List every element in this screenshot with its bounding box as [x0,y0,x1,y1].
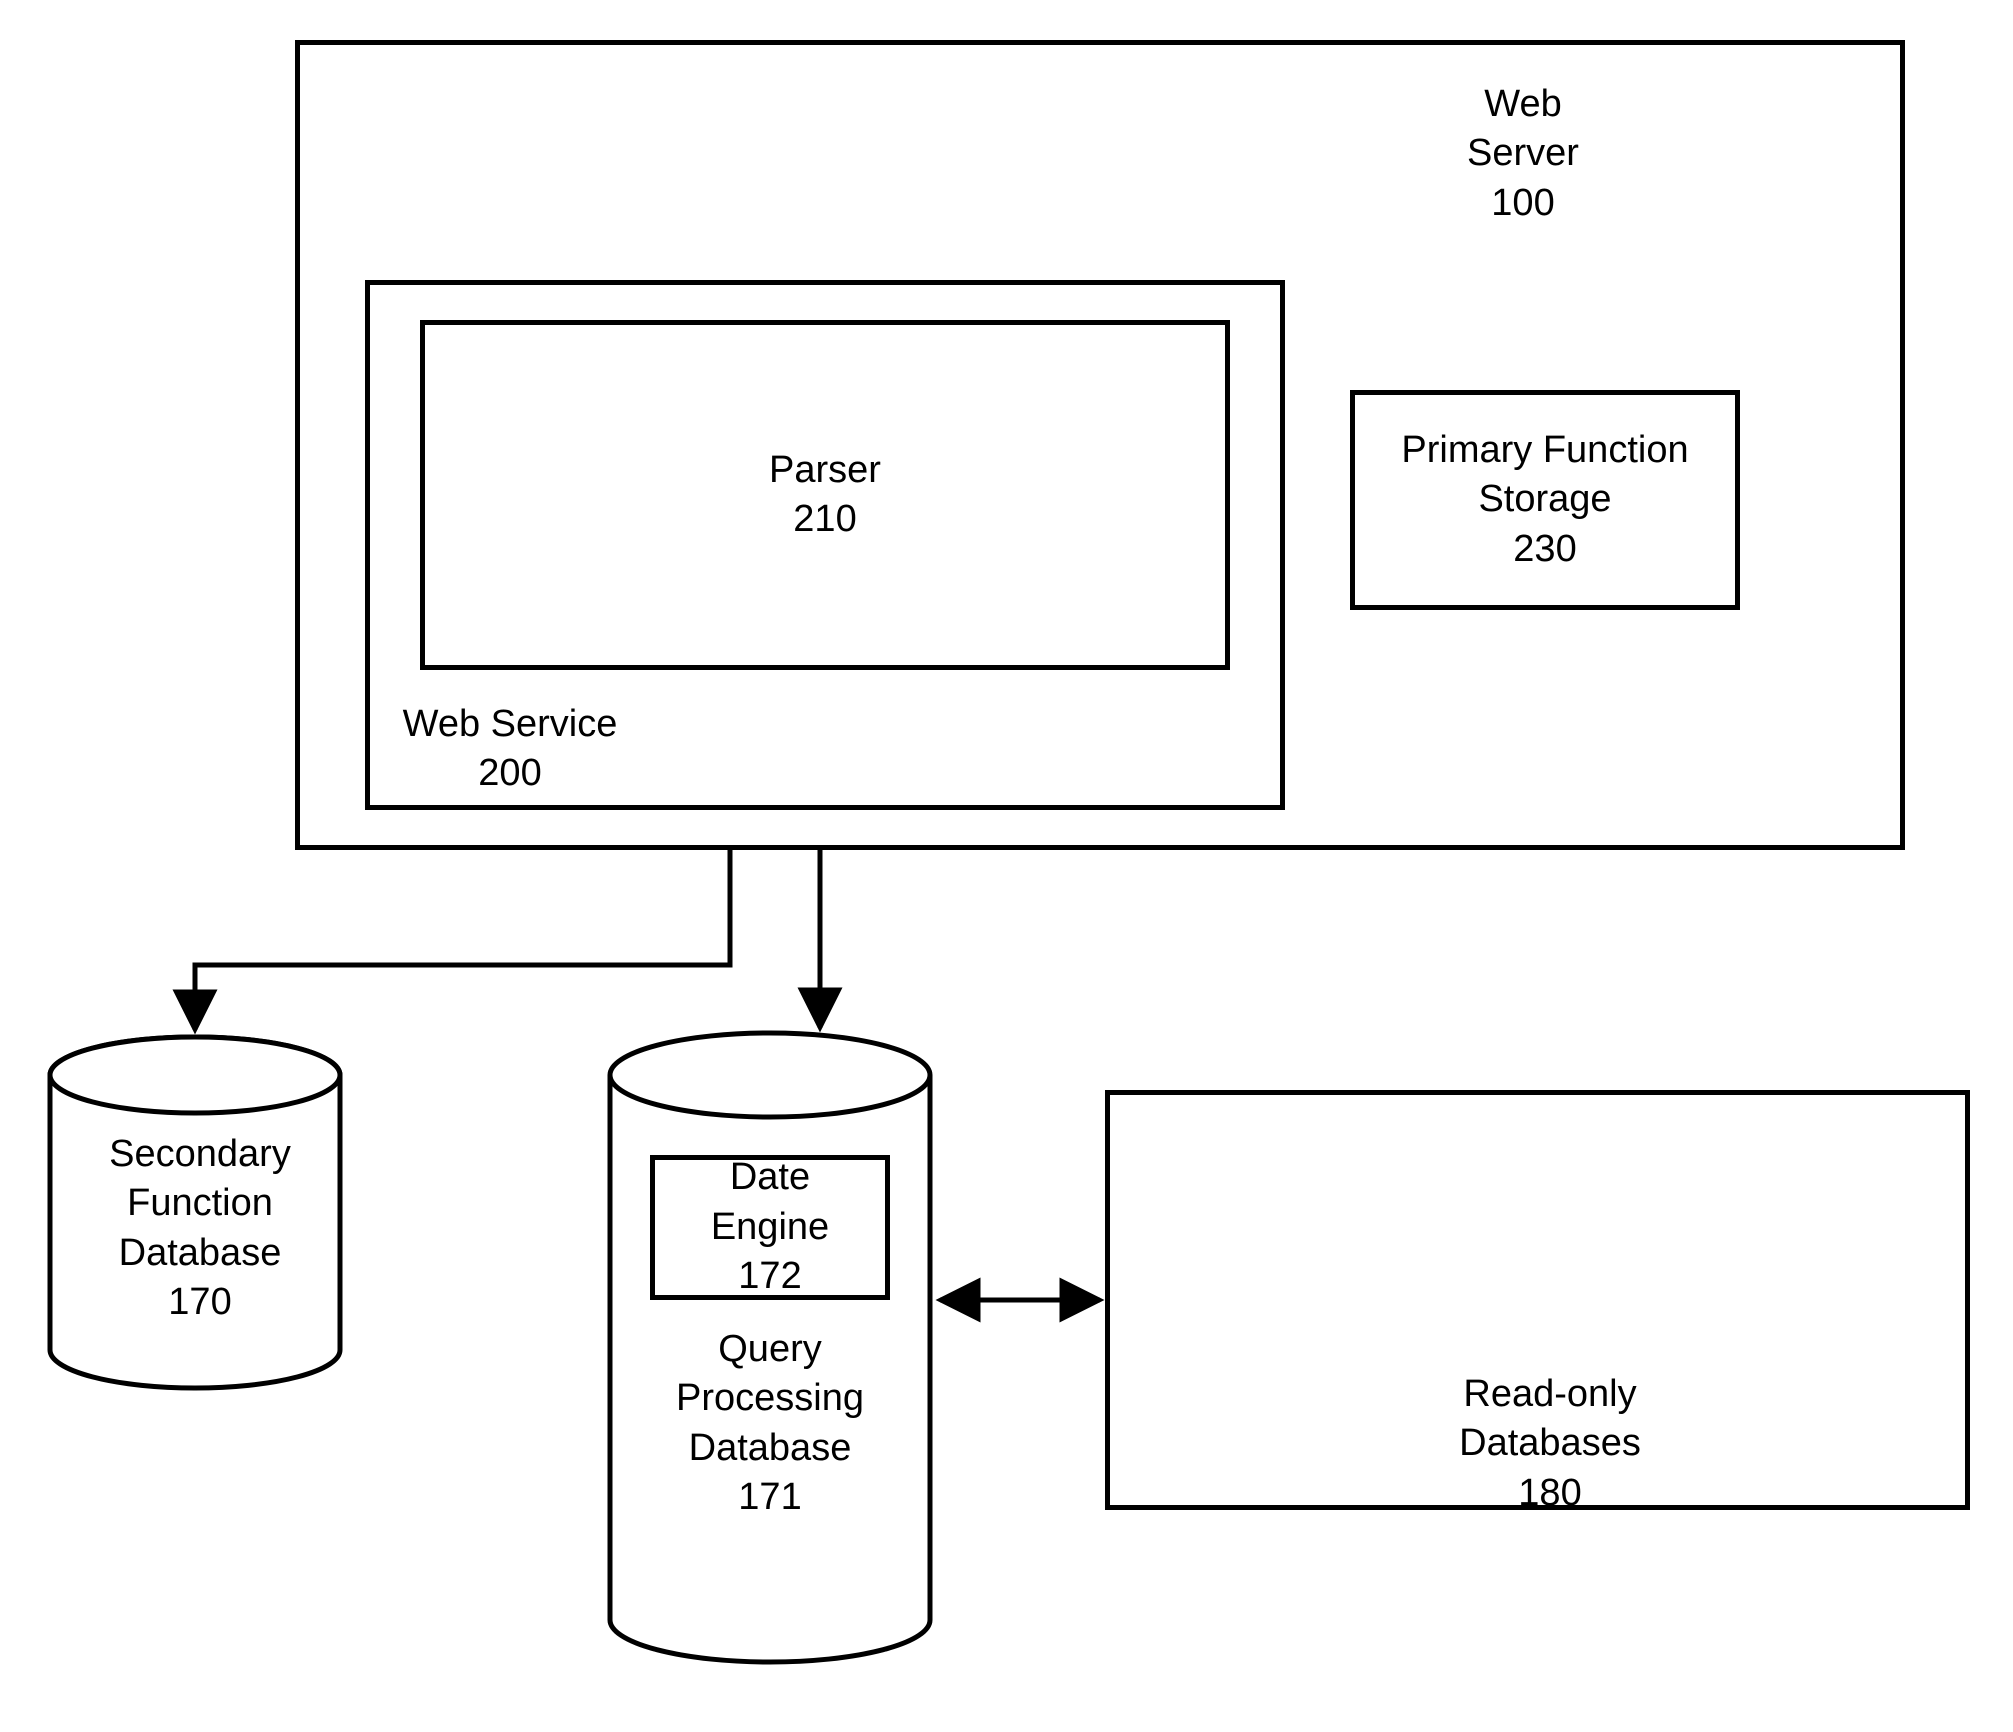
storage-label-2: Storage [1478,475,1611,524]
primary-function-storage-box: Primary Function Storage 230 [1350,390,1740,610]
date-engine-label-2: Engine [711,1203,829,1252]
web-service-label: Web Service 200 [385,700,635,799]
web-server-label: Web Server 100 [1423,80,1623,228]
parser-num: 210 [793,495,856,544]
storage-label-1: Primary Function [1401,426,1688,475]
readonly-databases-label: Read-only Databases 180 [1400,1370,1700,1518]
secondary-function-db-label: Secondary Function Database 170 [75,1130,325,1328]
date-engine-box: Date Engine 172 [650,1155,890,1300]
storage-num: 230 [1513,525,1576,574]
parser-label: Parser [769,446,881,495]
date-engine-num: 172 [738,1252,801,1301]
date-engine-label-1: Date [730,1153,810,1202]
query-processing-db-label: Query Processing Database 171 [630,1325,910,1523]
parser-box: Parser 210 [420,320,1230,670]
